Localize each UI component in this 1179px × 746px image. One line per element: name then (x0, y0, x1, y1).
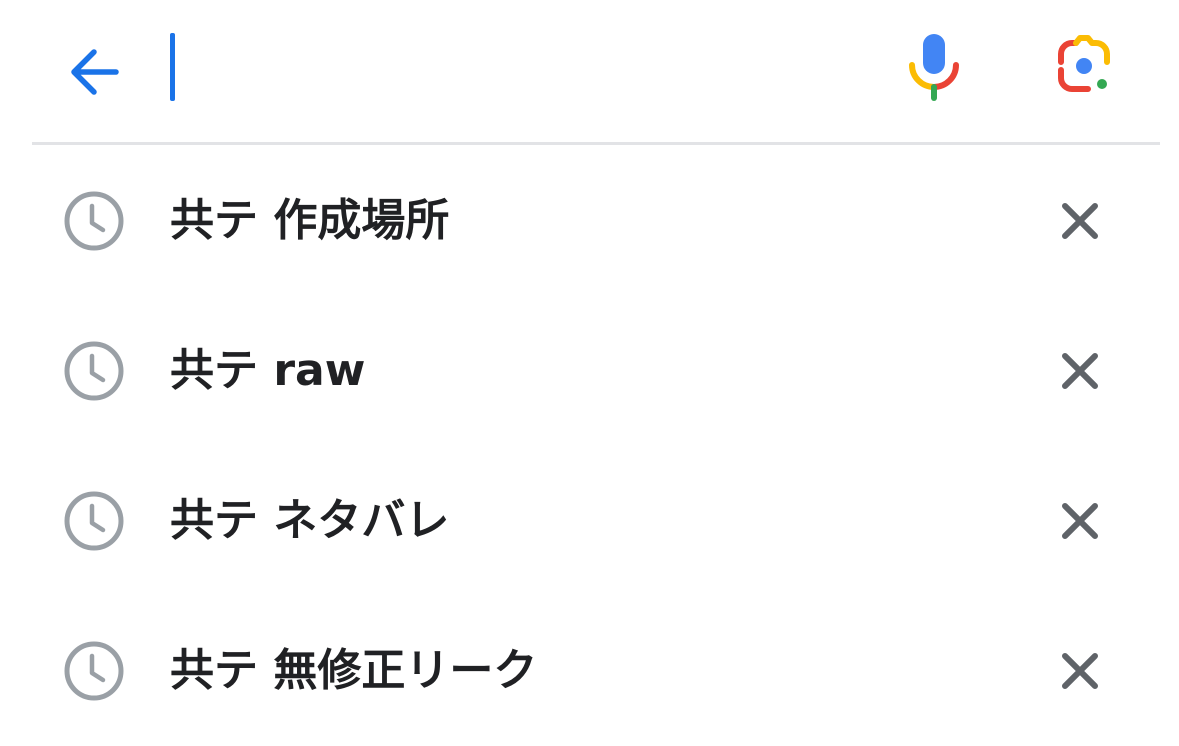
search-input[interactable] (160, 26, 864, 118)
suggestion-item[interactable]: 共テ raw (0, 296, 1179, 446)
google-lens-button[interactable] (1048, 30, 1120, 102)
history-clock-icon (64, 191, 124, 251)
suggestion-item[interactable]: 共テ 作成場所 (0, 146, 1179, 296)
back-button[interactable] (58, 36, 130, 108)
arrow-back-icon (71, 49, 119, 95)
mic-icon (909, 34, 959, 101)
voice-search-button[interactable] (898, 30, 970, 102)
history-clock-icon (64, 641, 124, 701)
search-bar (0, 0, 1179, 140)
suggestion-item[interactable]: 共テ ネタバレ (0, 446, 1179, 596)
text-cursor (170, 33, 175, 101)
close-icon (1062, 653, 1098, 689)
suggestion-text: 共テ ネタバレ (170, 495, 450, 546)
close-icon (1062, 503, 1098, 539)
remove-suggestion-button[interactable] (1048, 189, 1112, 253)
suggestion-item[interactable]: 共テ 無修正リーク (0, 596, 1179, 746)
suggestion-text: 共テ 作成場所 (170, 195, 450, 246)
history-clock-icon (64, 491, 124, 551)
remove-suggestion-button[interactable] (1048, 339, 1112, 403)
google-lens-icon (1058, 35, 1110, 92)
close-icon (1062, 353, 1098, 389)
divider (32, 142, 1160, 145)
remove-suggestion-button[interactable] (1048, 639, 1112, 703)
suggestion-list: 共テ 作成場所 共テ raw 共テ ネタバレ 共テ 無修正リーク (0, 146, 1179, 746)
remove-suggestion-button[interactable] (1048, 489, 1112, 553)
history-clock-icon (64, 341, 124, 401)
suggestion-text: 共テ 無修正リーク (170, 645, 538, 696)
close-icon (1062, 203, 1098, 239)
suggestion-text: 共テ raw (170, 345, 366, 396)
